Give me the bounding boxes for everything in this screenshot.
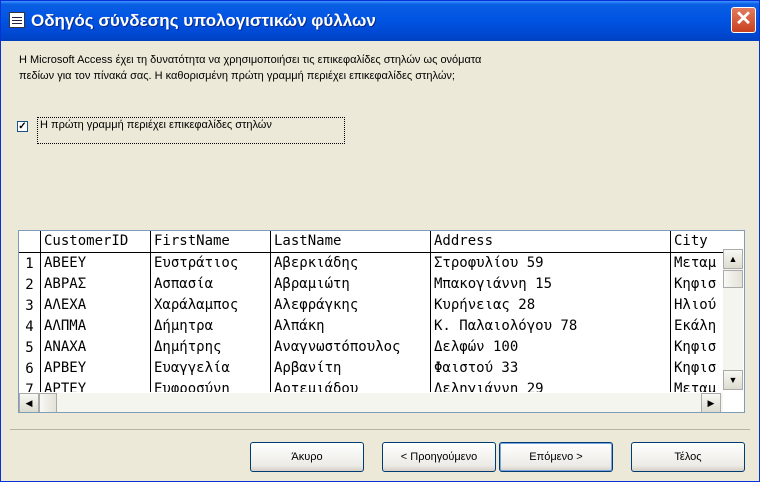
column-header[interactable]: LastName — [271, 231, 431, 252]
description-text: Η Microsoft Access έχει τη δυνατότητα να… — [19, 52, 619, 84]
horizontal-scroll-thumb[interactable] — [39, 393, 57, 412]
button-area-separator — [10, 429, 750, 430]
row-number: 3 — [19, 295, 41, 316]
table-cell: ΑΡΒΕΥ — [41, 358, 151, 379]
row-number: 2 — [19, 274, 41, 295]
close-icon: ✕ — [735, 8, 752, 30]
table-cell: Εκάλη — [674, 318, 717, 334]
close-button[interactable]: ✕ — [731, 7, 756, 33]
table-cell: Ευαγγελία — [151, 358, 271, 379]
table-row: 1 ΑΒΕΕΥ Ευστράτιος Αβερκιάδης Στροφυλίου… — [19, 253, 723, 274]
table-row: 7 ΑΡΤΕΥ Ευφροσύνη Αρτεμιάδου Δεληγιάννη … — [19, 379, 723, 392]
column-header[interactable]: Address — [431, 231, 671, 252]
wizard-window: Οδηγός σύνδεσης υπολογιστικών φύλλων ✕ Η… — [0, 0, 760, 482]
table-row: 6 ΑΡΒΕΥ Ευαγγελία Αρβανίτη Φαιστού 33 Κη… — [19, 358, 723, 379]
arrow-left-icon: ◀ — [25, 398, 33, 408]
sample-data-grid: CustomerID FirstName LastName Address Ci… — [18, 230, 745, 413]
table-cell: Χαράλαμπος — [151, 295, 271, 316]
column-header[interactable]: City — [671, 231, 723, 252]
table-cell: Αρβανίτη — [271, 358, 431, 379]
title-bar: Οδηγός σύνδεσης υπολογιστικών φύλλων ✕ — [1, 1, 759, 41]
arrow-up-icon: ▲ — [728, 254, 738, 264]
corner-cell — [19, 231, 41, 252]
table-cell: ΑΛΕΧΑ — [41, 295, 151, 316]
table-row: 2 ΑΒΡΑΣ Ασπασία Αβραμιώτη Μπακογιάννη 15… — [19, 274, 723, 295]
table-cell: Αβερκιάδης — [271, 253, 431, 274]
row-number: 7 — [19, 379, 41, 392]
table-cell: ΑΒΕΕΥ — [41, 253, 151, 274]
arrow-down-icon: ▼ — [728, 375, 738, 385]
table-cell: Δημήτρης — [151, 337, 271, 358]
table-cell: Αβραμιώτη — [271, 274, 431, 295]
table-cell: Ασπασία — [151, 274, 271, 295]
checkmark-icon: ✓ — [18, 121, 27, 132]
table-row: 3 ΑΛΕΧΑ Χαράλαμπος Αλεφράγκης Κυρήνειας … — [19, 295, 723, 316]
table-cell: Μεταμ — [674, 255, 717, 271]
table-cell: Αρτεμιάδου — [271, 379, 431, 392]
table-cell: Δελφών 100 — [431, 337, 671, 358]
table-row: 4 ΑΛΠΜΑ Δήμητρα Αλπάκη Κ. Παλαιολόγου 78… — [19, 316, 723, 337]
table-cell: Αλπάκη — [271, 316, 431, 337]
vertical-scroll-thumb[interactable] — [723, 270, 743, 288]
table-row: 5 ΑΝΑΧΑ Δημήτρης Αναγνωστόπουλος Δελφών … — [19, 337, 723, 358]
table-icon — [9, 12, 25, 28]
table-cell: Φαιστού 33 — [431, 358, 671, 379]
horizontal-scrollbar[interactable]: ◀ ▶ — [19, 393, 723, 412]
back-button[interactable]: < Προηγούμενο — [382, 442, 496, 472]
table-cell: Ευφροσύνη — [151, 379, 271, 392]
table-cell: ΑΒΡΑΣ — [41, 274, 151, 295]
header-row-checkbox[interactable]: ✓ — [17, 121, 28, 132]
table-cell: Ηλιού — [674, 297, 717, 313]
table-cell: Ευστράτιος — [151, 253, 271, 274]
table-cell: ΑΛΠΜΑ — [41, 316, 151, 337]
cancel-button[interactable]: Άκυρο — [250, 442, 364, 472]
next-button[interactable]: Επόμενο > — [499, 442, 613, 472]
table-cell: Αλεφράγκης — [271, 295, 431, 316]
table-cell: Μεταμ — [674, 381, 717, 392]
scroll-left-button[interactable]: ◀ — [19, 393, 39, 412]
description-line-1: Η Microsoft Access έχει τη δυνατότητα να… — [19, 54, 482, 66]
scroll-up-button[interactable]: ▲ — [723, 249, 743, 269]
table-cell: Δεληγιάννη 29 — [431, 379, 671, 392]
arrow-right-icon: ▶ — [707, 398, 715, 408]
grid-header-row: CustomerID FirstName LastName Address Ci… — [19, 231, 723, 253]
table-cell: Δήμητρα — [151, 316, 271, 337]
description-line-2: πεδίων για τον πίνακά σας. Η καθορισμένη… — [19, 70, 455, 82]
window-title: Οδηγός σύνδεσης υπολογιστικών φύλλων — [31, 11, 376, 30]
grid-content: CustomerID FirstName LastName Address Ci… — [19, 231, 723, 392]
column-header[interactable]: FirstName — [151, 231, 271, 252]
row-number: 4 — [19, 316, 41, 337]
vertical-scrollbar[interactable]: ▲ ▼ — [723, 249, 743, 390]
scroll-down-button[interactable]: ▼ — [723, 370, 743, 390]
row-number: 5 — [19, 337, 41, 358]
table-cell: Κ. Παλαιολόγου 78 — [431, 316, 671, 337]
row-number: 6 — [19, 358, 41, 379]
scroll-right-button[interactable]: ▶ — [701, 393, 721, 412]
table-cell: Κηφισ — [674, 276, 717, 292]
column-header[interactable]: CustomerID — [41, 231, 151, 252]
header-row-checkbox-label[interactable]: Η πρώτη γραμμή περιέχει επικεφαλίδες στη… — [38, 119, 274, 131]
table-cell: Κηφισ — [674, 360, 717, 376]
table-cell: Αναγνωστόπουλος — [271, 337, 431, 358]
row-number: 1 — [19, 253, 41, 274]
table-cell: Κηφισ — [674, 339, 717, 355]
table-cell: ΑΡΤΕΥ — [41, 379, 151, 392]
table-cell: Κυρήνειας 28 — [431, 295, 671, 316]
table-cell: Στροφυλίου 59 — [431, 253, 671, 274]
finish-button[interactable]: Τέλος — [631, 442, 745, 472]
table-cell: ΑΝΑΧΑ — [41, 337, 151, 358]
table-cell: Μπακογιάννη 15 — [431, 274, 671, 295]
